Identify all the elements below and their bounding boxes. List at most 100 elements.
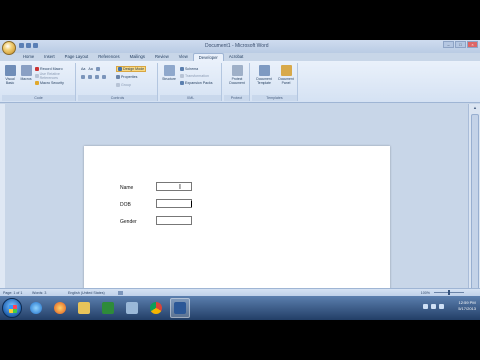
redo-icon[interactable] [33, 43, 38, 48]
structure-icon [163, 65, 175, 76]
tab-mailings[interactable]: Mailings [125, 53, 150, 61]
language-indicator[interactable]: English (United States) [68, 291, 105, 295]
tab-insert[interactable]: Insert [39, 53, 59, 61]
office-button-icon[interactable] [2, 41, 16, 55]
minimize-button[interactable]: – [443, 41, 454, 48]
taskbar-firefox[interactable] [50, 298, 70, 318]
design-mode-button[interactable]: Design Mode [116, 66, 147, 72]
group-label-controls: Controls [78, 95, 157, 101]
tab-view[interactable]: View [174, 53, 193, 61]
volume-icon[interactable] [431, 304, 436, 309]
schema-icon [180, 67, 184, 71]
zoom-level[interactable]: 100% [421, 291, 430, 295]
group-xml: Structure Schema Transformation Expansio… [160, 63, 222, 101]
letterbox-bottom [0, 320, 480, 360]
word-icon [174, 302, 186, 314]
lock-icon [231, 65, 243, 76]
taskbar-explorer[interactable] [74, 298, 94, 318]
paint-icon [126, 302, 138, 314]
zoom-slider-knob[interactable] [448, 290, 450, 295]
clock[interactable]: 12:59 PM 5/17/2013 [458, 300, 476, 312]
folder-icon [78, 302, 90, 314]
rich-text-control-button[interactable]: Aa [81, 67, 85, 71]
group-button[interactable]: Group [116, 82, 131, 88]
group-icon [116, 83, 120, 87]
relative-references-button[interactable]: Use Relative References [35, 72, 75, 80]
relative-references-icon [35, 74, 39, 78]
tab-developer[interactable]: Developer [192, 53, 224, 61]
excel-icon [102, 302, 114, 314]
document-panel-icon [280, 65, 292, 76]
dob-field[interactable] [156, 199, 192, 208]
tab-acrobat[interactable]: Acrobat [224, 53, 248, 61]
document-template-button[interactable]: Document Template [254, 65, 274, 85]
schema-button[interactable]: Schema [180, 66, 198, 72]
system-tray [423, 304, 444, 309]
tab-references[interactable]: References [93, 53, 124, 61]
internet-explorer-icon [30, 302, 42, 314]
word-count[interactable]: Words: 3 [32, 291, 46, 295]
picture-control-icon[interactable] [95, 67, 100, 71]
save-icon[interactable] [19, 43, 24, 48]
tab-page-layout[interactable]: Page Layout [60, 53, 94, 61]
tab-home[interactable]: Home [18, 53, 39, 61]
group-label-xml: XML [160, 95, 221, 101]
page-count[interactable]: Page: 1 of 1 [3, 291, 22, 295]
group-protect: Protect Document Protect [224, 63, 250, 101]
network-icon[interactable] [423, 304, 428, 309]
properties-icon [116, 75, 120, 79]
document-panel-button[interactable]: Document Panel [276, 65, 296, 85]
expansion-packs-button[interactable]: Expansion Packs [180, 80, 213, 86]
visual-basic-icon [4, 65, 16, 76]
taskbar-ie[interactable] [26, 298, 46, 318]
windows-logo-icon [9, 305, 17, 313]
firefox-icon [54, 302, 66, 314]
tab-review[interactable]: Review [150, 53, 174, 61]
chrome-icon [150, 302, 162, 314]
undo-icon[interactable] [26, 43, 31, 48]
start-button[interactable] [2, 298, 22, 318]
protect-document-button[interactable]: Protect Document [226, 65, 248, 85]
gender-field[interactable] [156, 216, 192, 225]
design-mode-icon [118, 67, 122, 71]
group-label-templates: Templates [252, 95, 297, 101]
taskbar-word[interactable] [170, 298, 190, 318]
properties-button[interactable]: Properties [116, 74, 137, 80]
macros-icon [20, 65, 32, 76]
taskbar-excel[interactable] [98, 298, 118, 318]
name-field[interactable] [156, 182, 192, 191]
taskbar-paint[interactable] [122, 298, 142, 318]
group-templates: Document Template Document Panel Templat… [252, 63, 298, 101]
control-buttons-row2 [81, 74, 106, 80]
date-picker-icon[interactable] [95, 75, 99, 79]
document-template-icon [258, 65, 270, 76]
transformation-button[interactable]: Transformation [180, 73, 209, 79]
window-title: Document1 - Microsoft Word [205, 43, 269, 49]
visual-basic-button[interactable]: Visual Basic [3, 65, 17, 85]
letterbox-top [0, 0, 480, 40]
ribbon: Visual Basic Macros Record Macro Use Rel… [0, 61, 480, 103]
maximize-button[interactable]: □ [455, 41, 466, 48]
word-window: Document1 - Microsoft Word – □ × Home In… [0, 40, 480, 320]
record-icon [35, 67, 39, 71]
structure-button[interactable]: Structure [161, 65, 177, 81]
title-bar: Document1 - Microsoft Word – □ × [0, 40, 480, 55]
macro-record-icon[interactable] [118, 291, 123, 295]
group-controls: Aa Aa Design Mode Properties Group Contr… [78, 63, 158, 101]
gender-label: Gender [120, 219, 137, 225]
dropdown-list-icon[interactable] [88, 75, 92, 79]
building-block-icon[interactable] [102, 75, 106, 79]
flag-icon[interactable] [439, 304, 444, 309]
macros-button[interactable]: Macros [19, 65, 33, 81]
clock-date: 5/17/2013 [458, 306, 476, 311]
control-buttons-row1: Aa Aa [81, 66, 100, 72]
warning-icon [35, 81, 39, 85]
close-button[interactable]: × [467, 41, 478, 48]
ribbon-tabs: Home Insert Page Layout References Maili… [18, 53, 248, 61]
plain-text-control-button[interactable]: Aa [88, 67, 92, 71]
macro-security-button[interactable]: Macro Security [35, 80, 64, 86]
combo-box-icon[interactable] [81, 75, 85, 79]
taskbar-chrome[interactable] [146, 298, 166, 318]
scroll-up-icon[interactable]: ▲ [471, 105, 479, 111]
scroll-thumb[interactable] [471, 114, 479, 294]
